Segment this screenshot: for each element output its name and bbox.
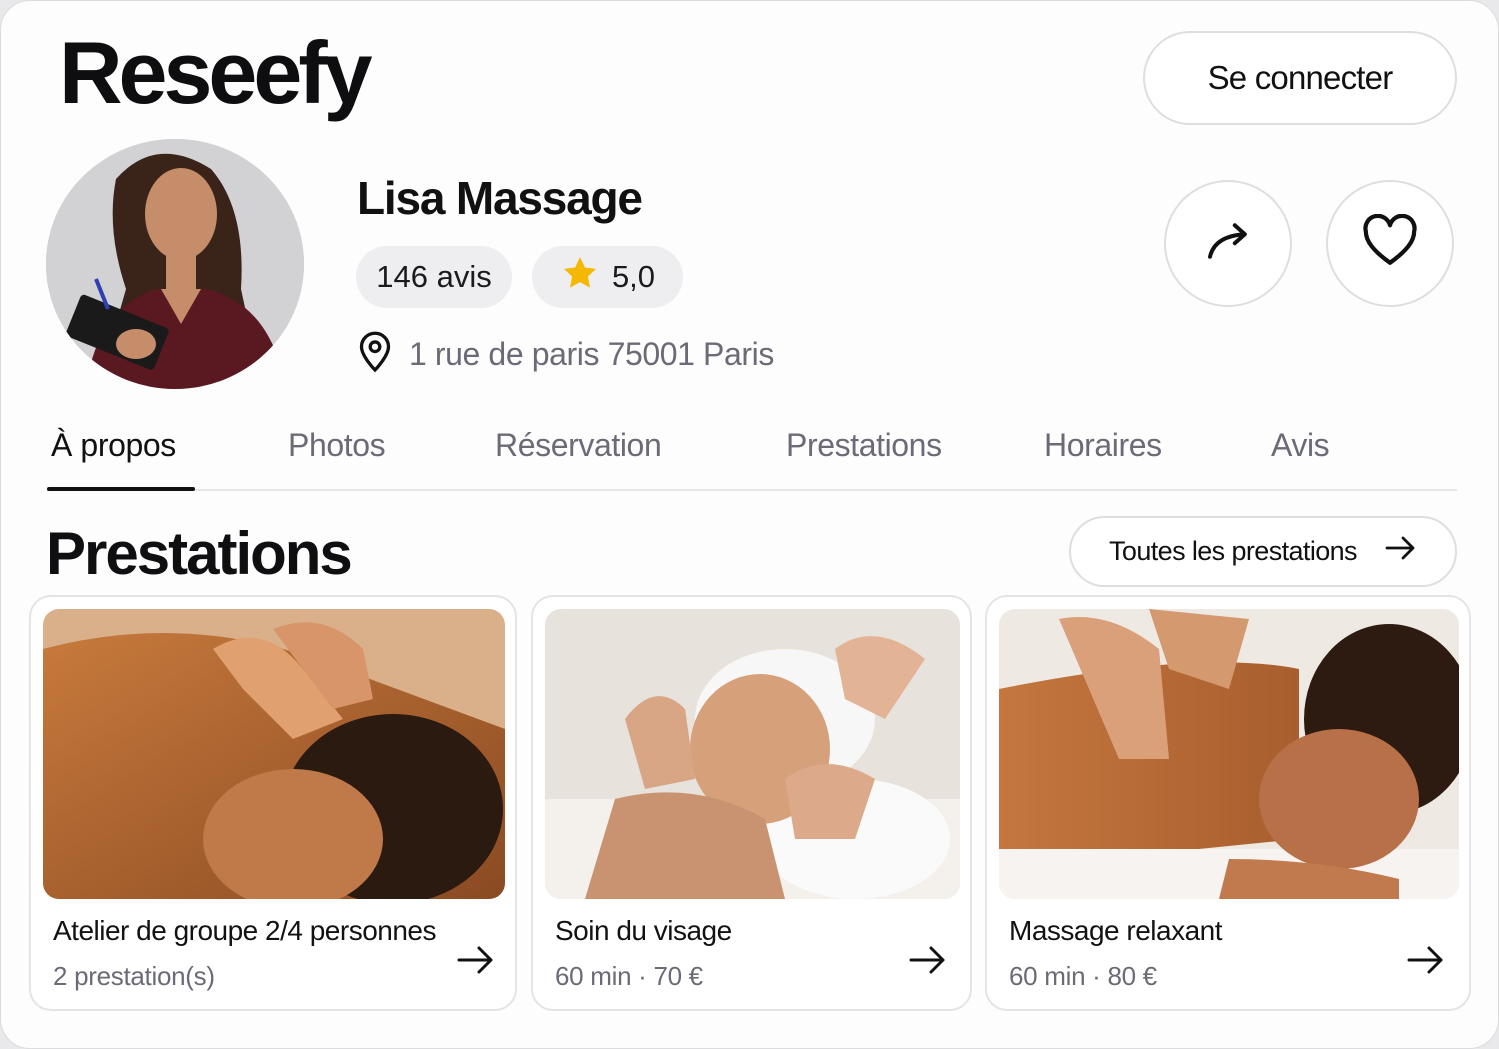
favorite-button[interactable] [1326,180,1454,307]
tabs-divider [47,489,1457,491]
all-services-label: Toutes les prestations [1109,536,1358,566]
tab-about[interactable]: À propos [51,427,176,464]
tab-services[interactable]: Prestations [786,427,942,464]
tab-photos[interactable]: Photos [288,427,386,464]
service-title: Atelier de groupe 2/4 personnes [53,915,437,946]
star-icon [560,254,600,300]
share-arrow-icon [1201,214,1255,273]
service-card-group-workshop[interactable]: Atelier de groupe 2/4 personnes 2 presta… [29,595,517,1011]
address-text: 1 rue de paris 75001 Paris [409,336,774,372]
service-image-facial [545,609,960,899]
tab-hours[interactable]: Horaires [1044,427,1162,464]
rating-badge[interactable]: 5,0 [532,246,683,308]
service-card-relaxing-massage[interactable]: Massage relaxant 60 min · 80 € [985,595,1471,1011]
app-logo[interactable]: Reseefy [59,23,373,123]
services-section-title: Prestations [46,520,353,587]
service-title: Soin du visage [555,915,732,946]
heart-icon [1361,213,1419,273]
arrow-right-icon [909,943,947,982]
service-card-facial[interactable]: Soin du visage 60 min · 70 € [531,595,972,1011]
active-tab-indicator [47,487,195,491]
avatar-illustration [46,139,304,389]
all-services-button[interactable]: Toutes les prestations [1069,516,1457,587]
service-image-back-massage [43,609,505,899]
service-image-relaxing-massage [999,609,1459,899]
arrow-right-icon [1407,943,1445,982]
tab-reservation[interactable]: Réservation [495,427,662,464]
service-subtitle: 2 prestation(s) [53,961,215,991]
rating-value: 5,0 [611,259,656,294]
arrow-right-icon [1385,533,1417,570]
share-button[interactable] [1164,180,1292,307]
service-subtitle: 60 min · 80 € [1009,961,1157,991]
location-pin-icon [357,331,393,378]
profile-avatar [46,139,304,389]
tab-reviews[interactable]: Avis [1271,427,1330,464]
profile-name: Lisa Massage [357,172,643,224]
service-subtitle: 60 min · 70 € [555,961,703,991]
service-title: Massage relaxant [1009,915,1223,946]
app-frame: Reseefy Se connecter Lisa Massage 146 av… [0,0,1499,1049]
address-row: 1 rue de paris 75001 Paris [357,331,774,378]
arrow-right-icon [457,943,495,982]
reviews-count-badge[interactable]: 146 avis [356,246,512,308]
reviews-count-label: 146 avis [376,259,492,294]
login-button[interactable]: Se connecter [1143,31,1457,125]
